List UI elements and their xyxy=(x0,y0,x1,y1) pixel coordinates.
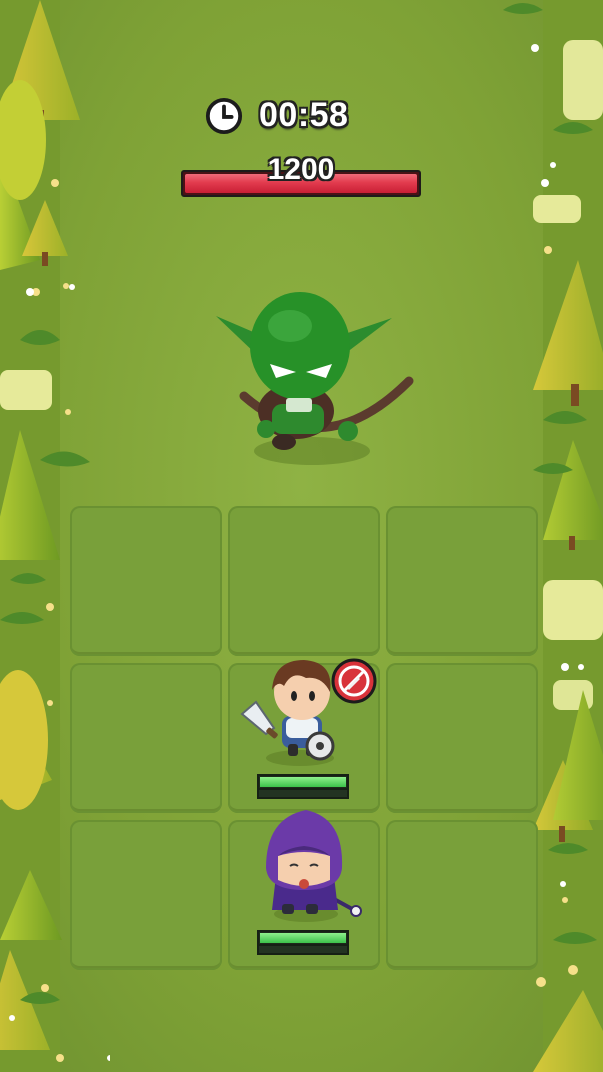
no-attack-icon xyxy=(331,658,377,704)
board-tile-r3-c3[interactable] xyxy=(386,820,538,970)
clock-icon xyxy=(205,97,243,134)
board-tile-r1-c1[interactable] xyxy=(70,506,222,656)
board-tile-r2-c3[interactable] xyxy=(386,663,538,813)
match-timer: 00:58 xyxy=(205,96,348,135)
wizard-hero[interactable] xyxy=(262,810,362,922)
wizard-health-fill xyxy=(260,933,346,943)
board-tile-r1-c2[interactable] xyxy=(228,506,380,656)
board-tile-r1-c3[interactable] xyxy=(386,506,538,656)
knight-hero[interactable] xyxy=(234,656,346,768)
wizard-health-bar xyxy=(257,930,349,955)
goblin-archer-enemy[interactable] xyxy=(214,286,419,476)
game-stage: 00:58 1200 xyxy=(0,0,603,1072)
knight-health-fill xyxy=(260,777,346,787)
board-tile-r3-c1[interactable] xyxy=(70,820,222,970)
knight-health-bar xyxy=(257,774,349,799)
timer-text: 00:58 xyxy=(259,96,349,134)
board-tile-r2-c1[interactable] xyxy=(70,663,222,813)
boss-health-value: 1200 xyxy=(267,153,335,186)
